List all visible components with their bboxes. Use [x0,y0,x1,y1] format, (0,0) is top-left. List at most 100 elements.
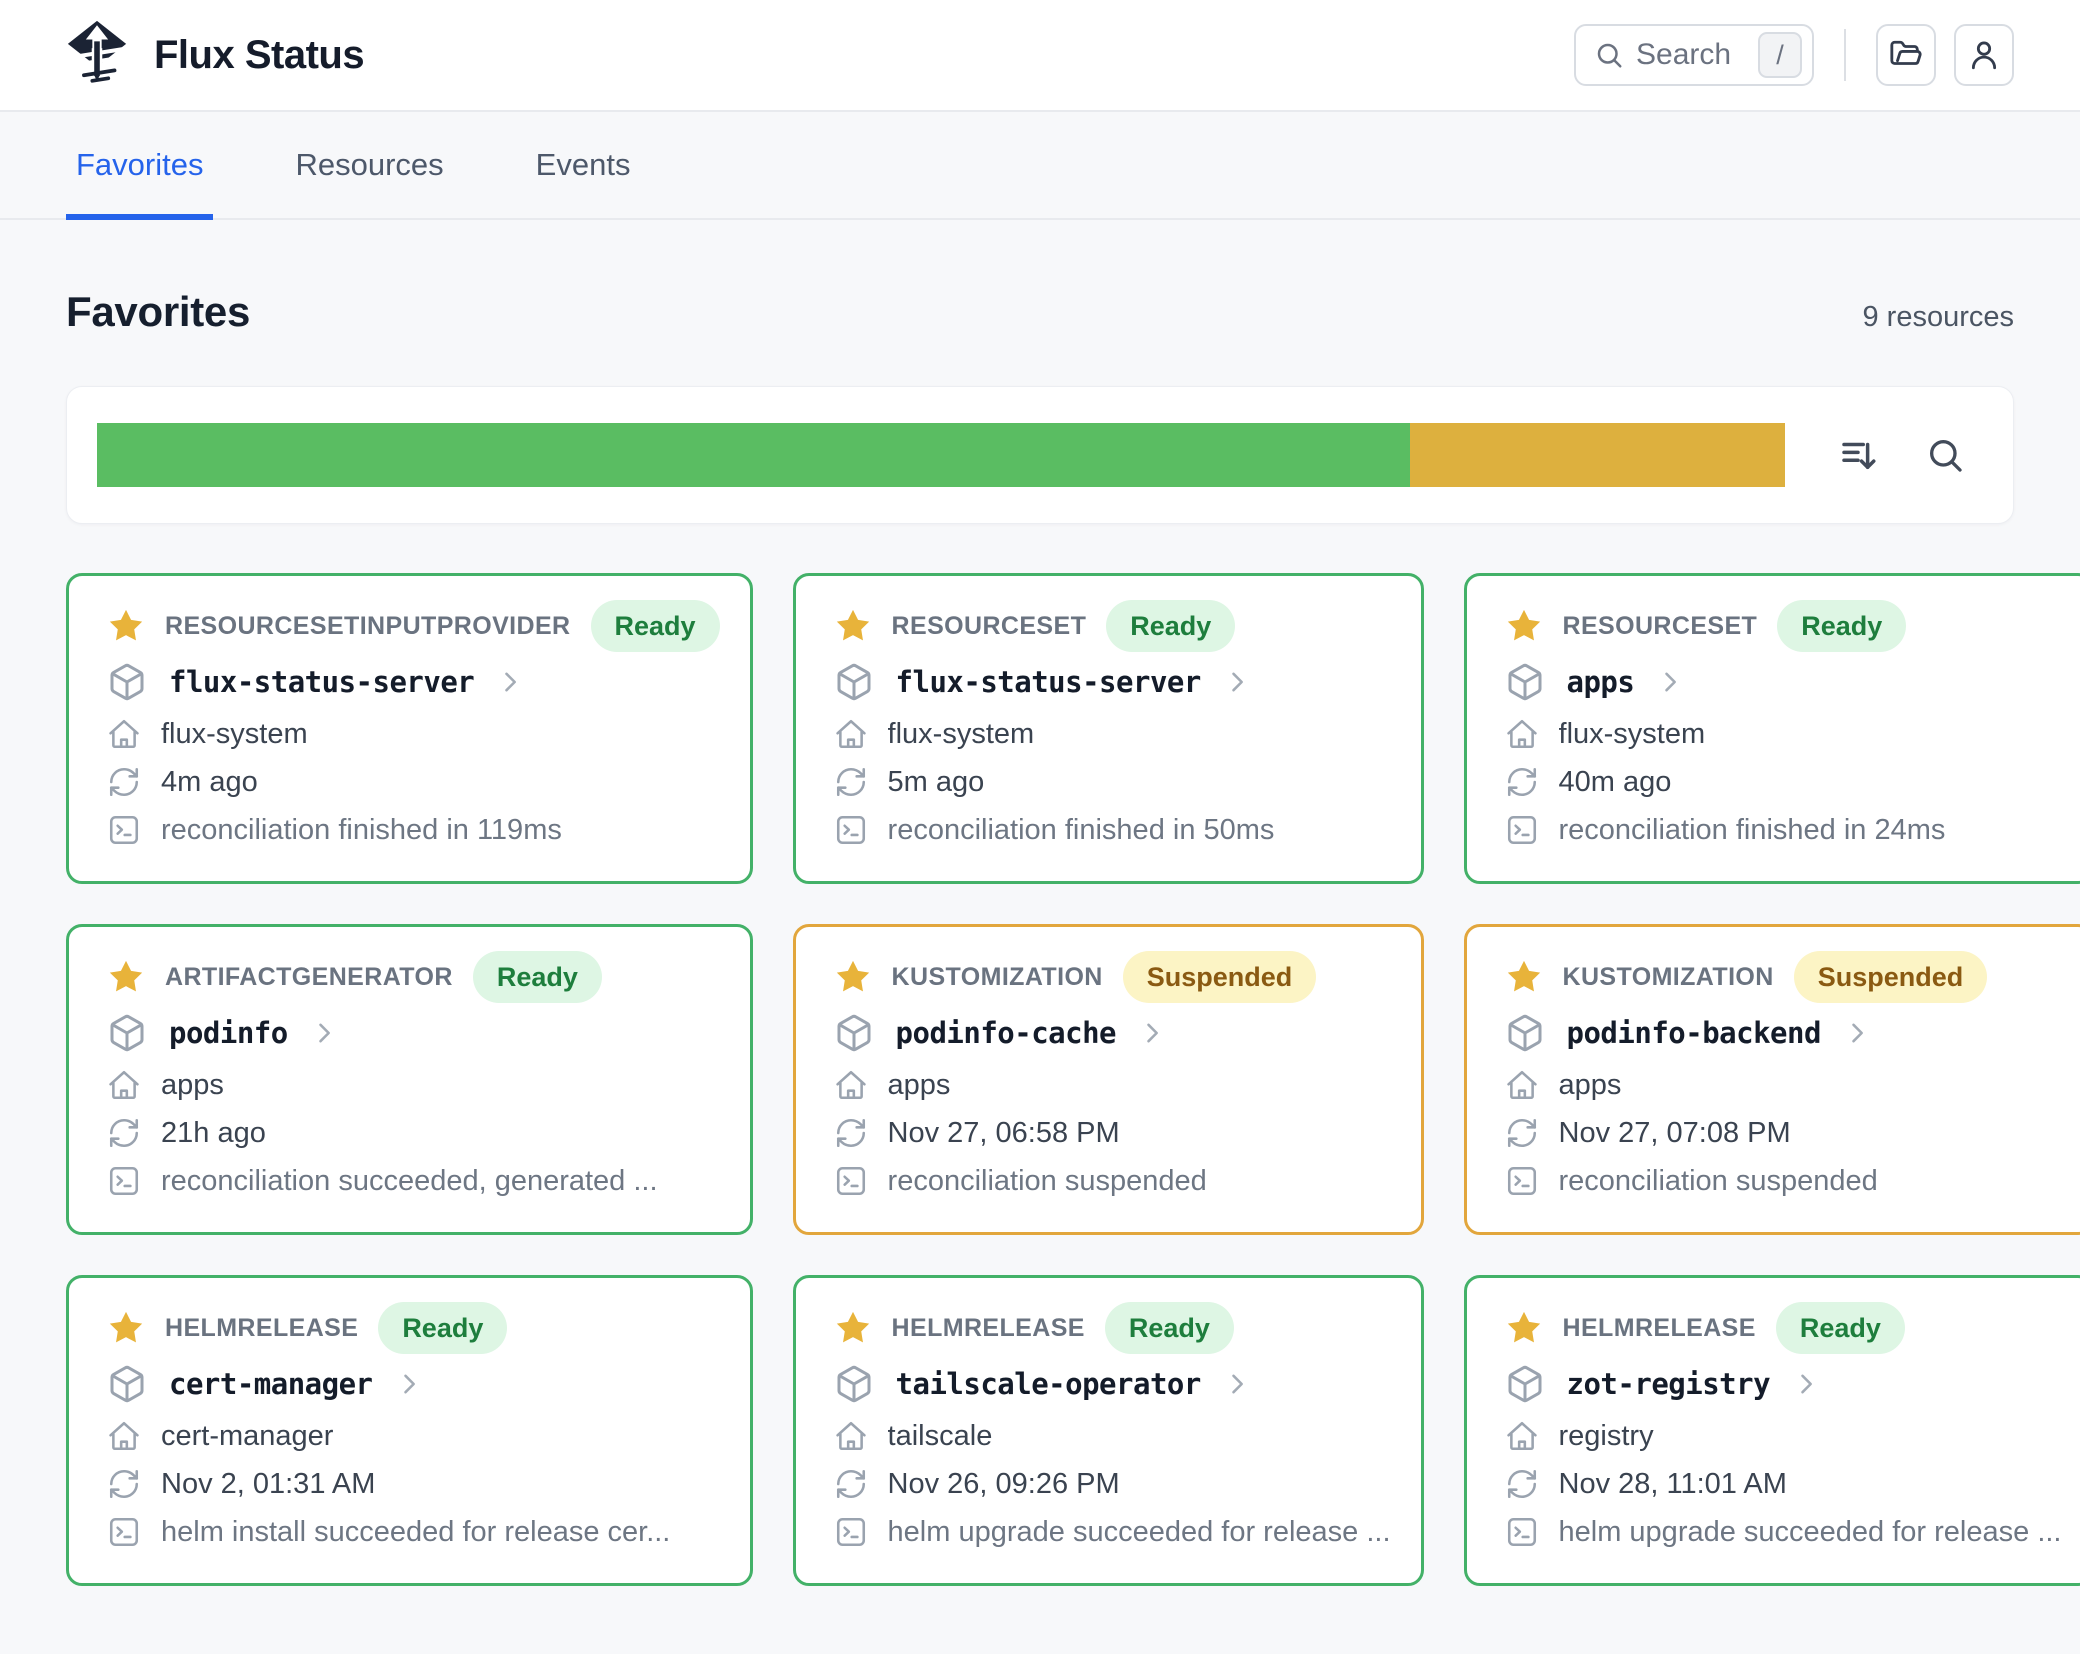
page-title: Flux Status [154,33,364,78]
namespace: registry [1559,1420,1654,1453]
chevron-right-icon[interactable] [1792,1370,1820,1398]
status-summary-card [66,386,2014,524]
package-cube-icon [1505,1364,1545,1404]
resource-name-link[interactable]: flux-status-server [896,665,1201,699]
resource-name-link[interactable]: podinfo-backend [1567,1016,1821,1050]
tab-favorites[interactable]: Favorites [66,112,213,218]
status-message: reconciliation finished in 119ms [161,814,562,847]
message-terminal-icon [834,1515,868,1549]
chevron-right-icon[interactable] [310,1019,338,1047]
resource-card[interactable]: HELMRELEASE Ready zot-registry [1464,1275,2080,1586]
search-input[interactable] [1636,38,1746,72]
updated-time: 5m ago [888,766,985,799]
message-terminal-icon [1505,813,1539,847]
status-badge: Ready [1106,600,1235,652]
favorite-star-icon[interactable] [107,958,145,996]
chevron-right-icon[interactable] [1138,1019,1166,1047]
status-message: reconciliation suspended [1559,1165,1878,1198]
sort-button[interactable] [1833,430,1883,480]
favorite-star-icon[interactable] [834,958,872,996]
message-terminal-icon [1505,1164,1539,1198]
resource-card[interactable]: HELMRELEASE Ready cert-manager [66,1275,753,1586]
message-terminal-icon [834,813,868,847]
package-cube-icon [107,1364,147,1404]
resource-count: 9 resources [1862,301,2014,334]
updated-time: 21h ago [161,1117,266,1150]
chevron-right-icon[interactable] [1223,668,1251,696]
search-box[interactable]: / [1574,24,1814,86]
tab-resources[interactable]: Resources [285,112,453,218]
resource-kind-label: HELMRELEASE [165,1314,358,1343]
user-account-button[interactable] [1954,24,2014,86]
package-cube-icon [834,662,874,702]
favorite-star-icon[interactable] [107,1309,145,1347]
status-message: reconciliation finished in 50ms [888,814,1275,847]
namespace-home-icon [1505,717,1539,751]
resource-name-link[interactable]: cert-manager [169,1367,373,1401]
resource-name-link[interactable]: tailscale-operator [896,1367,1201,1401]
resource-name-link[interactable]: flux-status-server [169,665,474,699]
resource-card[interactable]: RESOURCESET Ready flux-status-server [793,573,1424,884]
brand: Flux Status [66,8,364,102]
resource-card[interactable]: KUSTOMIZATION Suspended podinfo-cache [793,924,1424,1235]
resource-kind-label: HELMRELEASE [892,1314,1085,1343]
resource-kind-label: RESOURCESETINPUTPROVIDER [165,612,571,641]
favorite-star-icon[interactable] [1505,958,1543,996]
favorite-star-icon[interactable] [107,607,145,645]
message-terminal-icon [107,1164,141,1198]
message-terminal-icon [1505,1515,1539,1549]
status-badge: Suspended [1123,951,1317,1003]
last-reconciled-icon [1505,765,1539,799]
resource-card[interactable]: RESOURCESETINPUTPROVIDER Ready flux-stat… [66,573,753,884]
package-cube-icon [834,1013,874,1053]
status-message: reconciliation succeeded, generated ... [161,1165,658,1198]
last-reconciled-icon [1505,1116,1539,1150]
namespace: flux-system [1559,718,1706,751]
tab-label: Favorites [76,147,203,182]
resource-kind-label: HELMRELEASE [1563,1314,1756,1343]
status-message: helm upgrade succeeded for release ... [1559,1516,2062,1549]
namespace-home-icon [834,1068,868,1102]
updated-time: Nov 27, 07:08 PM [1559,1117,1791,1150]
resource-name-link[interactable]: podinfo-cache [896,1016,1116,1050]
package-cube-icon [107,662,147,702]
status-message: reconciliation finished in 24ms [1559,814,1946,847]
namespace: apps [888,1069,951,1102]
resource-name-link[interactable]: apps [1567,665,1635,699]
tab-events[interactable]: Events [526,112,641,218]
favorite-star-icon[interactable] [834,1309,872,1347]
tab-label: Events [536,147,631,182]
search-icon [1925,435,1965,475]
resource-card[interactable]: HELMRELEASE Ready tailscale-operator [793,1275,1424,1586]
resource-card[interactable]: KUSTOMIZATION Suspended podinfo-backend [1464,924,2080,1235]
search-icon [1594,40,1624,70]
header-divider [1844,29,1846,81]
resource-card[interactable]: ARTIFACTGENERATOR Ready podinfo [66,924,753,1235]
status-badge: Ready [1776,1302,1905,1354]
updated-time: 4m ago [161,766,258,799]
namespace-home-icon [834,1419,868,1453]
last-reconciled-icon [107,765,141,799]
namespace-home-icon [107,1419,141,1453]
package-cube-icon [107,1013,147,1053]
chevron-right-icon[interactable] [1223,1370,1251,1398]
chevron-right-icon[interactable] [1656,668,1684,696]
chevron-right-icon[interactable] [395,1370,423,1398]
resource-card[interactable]: RESOURCESET Ready apps [1464,573,2080,884]
resource-kind-label: KUSTOMIZATION [892,963,1103,992]
status-message: reconciliation suspended [888,1165,1207,1198]
last-reconciled-icon [107,1116,141,1150]
namespace-home-icon [107,717,141,751]
resource-name-link[interactable]: zot-registry [1567,1367,1771,1401]
favorite-star-icon[interactable] [1505,1309,1543,1347]
updated-time: Nov 2, 01:31 AM [161,1468,375,1501]
projects-folder-button[interactable] [1876,24,1936,86]
chevron-right-icon[interactable] [496,668,524,696]
tab-label: Resources [295,147,443,182]
filter-search-button[interactable] [1921,431,1969,479]
resource-name-link[interactable]: podinfo [169,1016,288,1050]
chevron-right-icon[interactable] [1843,1019,1871,1047]
status-badge: Ready [473,951,602,1003]
favorite-star-icon[interactable] [1505,607,1543,645]
favorite-star-icon[interactable] [834,607,872,645]
